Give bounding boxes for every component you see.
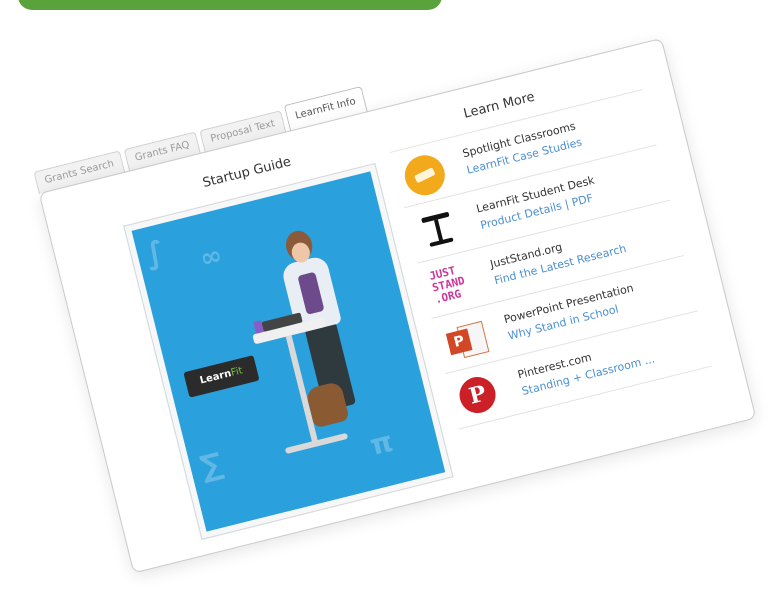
pinterest-icon[interactable]: P [455,371,507,417]
doodle: ∫ [141,234,168,273]
doodle: ∑ [196,446,227,486]
doodle: π [366,424,397,462]
desk-icon[interactable] [414,205,465,251]
juststand-icon[interactable]: JUST STAND .ORG [427,261,479,307]
info-widget: Grants Search Grants FAQ Proposal Text L… [32,0,770,575]
doodle: ∞ [197,240,226,275]
stage: Grants Search Grants FAQ Proposal Text L… [0,0,770,598]
cover-logo: LearnFit [183,355,260,398]
tab-panel: Startup Guide ∫ ∞ ∑ π LearnFit Learn Mor… [38,37,757,574]
startup-guide-cover[interactable]: ∫ ∞ ∑ π LearnFit [124,164,453,539]
spotlight-icon[interactable] [400,150,452,200]
learn-more-list: Spotlight Classrooms LearnFit Case Studi… [390,89,712,430]
juststand-logo-text: JUST STAND .ORG [427,263,467,307]
powerpoint-icon[interactable]: P [442,316,493,362]
